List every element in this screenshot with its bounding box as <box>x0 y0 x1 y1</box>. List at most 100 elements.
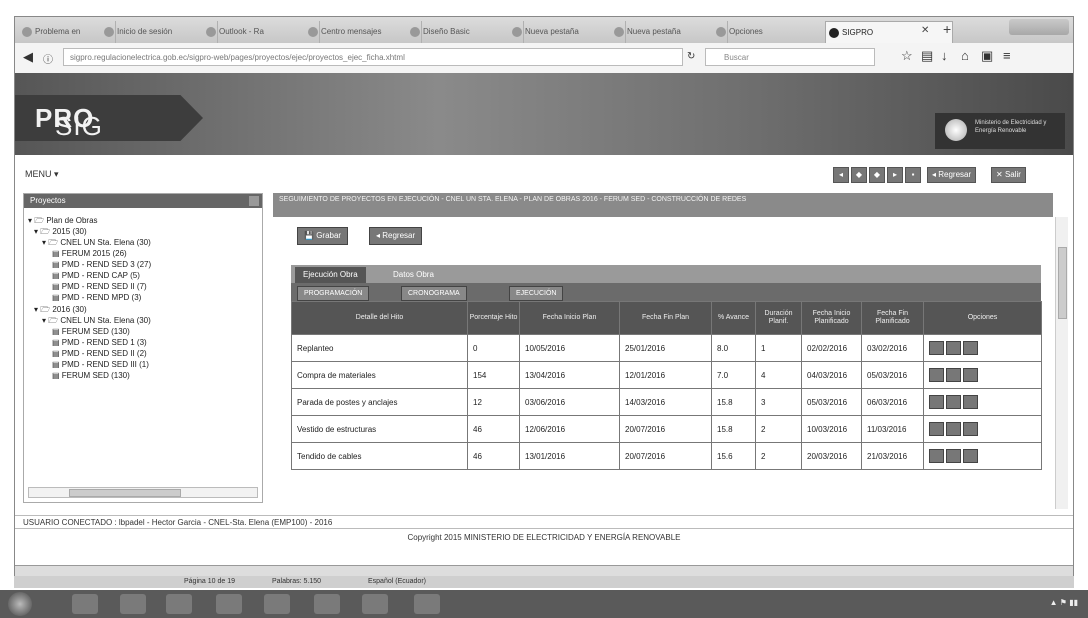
scrollbar-thumb[interactable] <box>69 489 181 497</box>
view-icon[interactable] <box>946 341 961 355</box>
delete-icon[interactable] <box>963 449 978 463</box>
taskbar-app-icon[interactable] <box>314 594 340 614</box>
edit-icon[interactable] <box>929 395 944 409</box>
table-cell: 15.8 <box>711 388 756 416</box>
tab-ejecucion[interactable]: EJECUCIÓN <box>509 286 564 301</box>
column-header[interactable]: Porcentaje Hito <box>467 301 520 335</box>
table-cell: Compra de materiales <box>291 361 468 389</box>
tree-node[interactable]: ▾ 🗁 2016 (30) <box>34 305 87 315</box>
view-icon[interactable] <box>946 395 961 409</box>
browser-tab[interactable]: Inicio de sesión <box>101 21 218 43</box>
table-cell: Parada de postes y anclajes <box>291 388 468 416</box>
reload-icon[interactable]: ↻ <box>687 51 695 62</box>
delete-icon[interactable] <box>963 422 978 436</box>
toolbar-icon-button[interactable]: ◆ <box>869 167 885 183</box>
column-header[interactable]: Opciones <box>923 301 1042 335</box>
column-header[interactable]: Fecha Fin Planificado <box>861 301 924 335</box>
table-cell: 03/06/2016 <box>519 388 620 416</box>
edit-icon[interactable] <box>929 368 944 382</box>
tree-node[interactable]: ▤ FERUM 2015 (26) <box>52 249 127 259</box>
taskbar-app-icon[interactable] <box>120 594 146 614</box>
tab-ejecucion-obra[interactable]: Ejecución Obra <box>295 267 366 283</box>
browser-tab[interactable]: Outlook - Ra <box>203 21 320 43</box>
browser-tab[interactable]: Opciones <box>713 21 830 43</box>
tree-node[interactable]: ▾ 🗁 CNEL UN Sta. Elena (30) <box>42 316 151 326</box>
edit-icon[interactable] <box>929 341 944 355</box>
column-header[interactable]: % Avance <box>711 301 756 335</box>
browser-tab[interactable]: Centro mensajes <box>305 21 422 43</box>
start-button-icon[interactable] <box>8 592 32 616</box>
tree-node[interactable]: ▤ PMD - REND SED 3 (27) <box>52 260 151 270</box>
download-icon[interactable]: ↓ <box>941 48 948 63</box>
page-vertical-scrollbar[interactable] <box>1055 217 1068 509</box>
back-button[interactable]: ◂ Regresar <box>927 167 977 183</box>
home-icon[interactable]: ⌂ <box>961 48 969 63</box>
menu-hamburger-icon[interactable]: ≡ <box>1003 48 1011 63</box>
return-button[interactable]: ◂ Regresar <box>369 227 423 245</box>
column-header[interactable]: Fecha Inicio Planificado <box>801 301 862 335</box>
taskbar-app-icon[interactable] <box>264 594 290 614</box>
info-icon[interactable]: ⓘ <box>43 51 53 66</box>
taskbar-app-icon[interactable] <box>166 594 192 614</box>
tree-horizontal-scrollbar[interactable] <box>28 487 258 498</box>
tab-cronograma[interactable]: CRONOGRAMA <box>401 286 467 301</box>
browser-tab[interactable]: Nueva pestaña <box>611 21 728 43</box>
view-icon[interactable] <box>946 449 961 463</box>
table-cell: 03/02/2016 <box>861 334 924 362</box>
back-arrow-icon[interactable]: ◀ <box>23 49 33 65</box>
tree-node[interactable]: ▤ PMD - REND SED 1 (3) <box>52 338 147 348</box>
new-tab-icon[interactable]: + <box>943 21 951 37</box>
url-field[interactable]: sigpro.regulacionelectrica.gob.ec/sigpro… <box>63 48 683 66</box>
logout-button[interactable]: ✕ Salir <box>991 167 1026 183</box>
tree-node[interactable]: ▤ PMD - REND SED II (7) <box>52 282 147 292</box>
column-header[interactable]: Duración Planif. <box>755 301 802 335</box>
view-icon[interactable] <box>946 422 961 436</box>
toolbar-icon-button[interactable]: ▸ <box>887 167 903 183</box>
browser-tab[interactable]: Diseño Basic <box>407 21 524 43</box>
tree-node[interactable]: ▤ PMD - REND MPD (3) <box>52 293 141 303</box>
edit-icon[interactable] <box>929 449 944 463</box>
column-header[interactable]: Fecha Inicio Plan <box>519 301 620 335</box>
edit-icon[interactable] <box>929 422 944 436</box>
browser-tab[interactable]: Nueva pestaña <box>509 21 626 43</box>
search-input[interactable]: Buscar <box>705 48 875 66</box>
toolbar-icon-button[interactable]: ◆ <box>851 167 867 183</box>
close-tab-icon[interactable]: ✕ <box>921 25 929 36</box>
delete-icon[interactable] <box>963 395 978 409</box>
tree-node[interactable]: ▤ FERUM SED (130) <box>52 327 130 337</box>
taskbar-app-icon[interactable] <box>216 594 242 614</box>
tree-node[interactable]: ▾ 🗁 Plan de Obras <box>28 216 98 226</box>
collapse-icon[interactable] <box>249 196 259 206</box>
bookmark-star-icon[interactable]: ☆ <box>901 48 913 64</box>
delete-icon[interactable] <box>963 341 978 355</box>
toolbar-icon-button[interactable]: ◂ <box>833 167 849 183</box>
tree-node[interactable]: ▤ PMD - REND CAP (5) <box>52 271 140 281</box>
browser-tab-active[interactable]: SIGPRO <box>825 21 953 44</box>
table-cell: 3 <box>755 388 802 416</box>
tree-node[interactable]: ▤ PMD - REND SED III (1) <box>52 360 149 370</box>
tree-node[interactable]: ▾ 🗁 2015 (30) <box>34 227 87 237</box>
table-cell: 12 <box>467 388 520 416</box>
column-header[interactable]: Fecha Fin Plan <box>619 301 712 335</box>
taskbar-app-icon[interactable] <box>72 594 98 614</box>
tree-node[interactable]: ▾ 🗁 CNEL UN Sta. Elena (30) <box>42 238 151 248</box>
tree-panel-header: Proyectos <box>24 194 262 208</box>
delete-icon[interactable] <box>963 368 978 382</box>
scrollbar-thumb[interactable] <box>1058 247 1067 319</box>
menu-toggle[interactable]: MENU ▾ <box>25 169 59 180</box>
column-header[interactable]: Detalle del Hito <box>291 301 468 335</box>
tab-datos-obra[interactable]: Datos Obra <box>385 267 442 283</box>
pocket-icon[interactable]: ▣ <box>981 48 993 64</box>
system-tray[interactable]: ▲ ⚑ ▮▮ <box>1050 598 1078 607</box>
view-icon[interactable] <box>946 368 961 382</box>
taskbar-app-icon[interactable] <box>362 594 388 614</box>
tab-programacion[interactable]: PROGRAMACIÓN <box>297 286 370 301</box>
taskbar-app-icon[interactable] <box>414 594 440 614</box>
tree-node[interactable]: ▤ PMD - REND SED II (2) <box>52 349 147 359</box>
table-cell: 10/05/2016 <box>519 334 620 362</box>
toolbar-icon-button[interactable]: ▪ <box>905 167 921 183</box>
reading-list-icon[interactable]: ▤ <box>921 48 933 64</box>
tree-node[interactable]: ▤ FERUM SED (130) <box>52 371 130 381</box>
window-controls[interactable] <box>1009 19 1069 35</box>
save-button[interactable]: 💾 Grabar <box>297 227 349 245</box>
